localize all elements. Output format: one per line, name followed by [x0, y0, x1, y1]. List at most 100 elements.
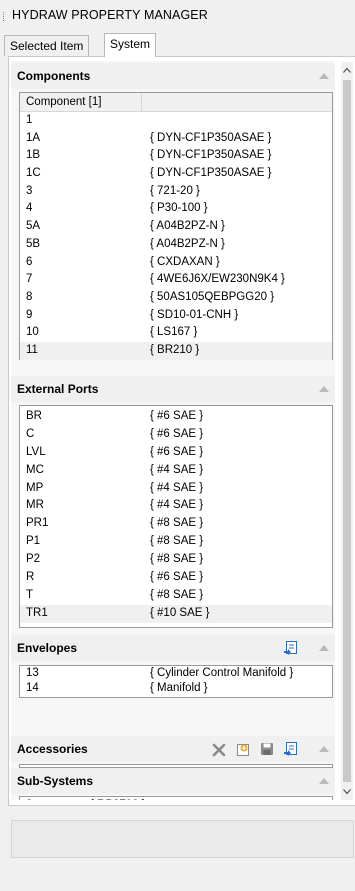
- list-item[interactable]: 3 { 721-20 }: [20, 183, 332, 201]
- list-item[interactable]: R { #6 SAE }: [20, 569, 332, 587]
- list-item[interactable]: P1 { #8 SAE }: [20, 533, 332, 551]
- item-id: 4: [26, 202, 33, 215]
- item-value: { 721-20 }: [150, 184, 200, 197]
- tab-strip: Selected Item System: [0, 33, 355, 57]
- column-header-component[interactable]: Component [1]: [20, 93, 142, 111]
- list-item[interactable]: 13 { Cylinder Control Manifold }: [20, 666, 332, 681]
- list-item[interactable]: 1: [20, 112, 332, 130]
- item-id: 1C: [26, 167, 41, 180]
- list-item[interactable]: P2 { #8 SAE }: [20, 551, 332, 569]
- item-id: P2: [26, 553, 41, 566]
- save-icon[interactable]: [259, 741, 275, 757]
- item-id: 5B: [26, 237, 41, 250]
- accessories-section: Accessories: [11, 736, 335, 768]
- list-item[interactable]: 14 { Manifold }: [20, 681, 332, 696]
- envelopes-header[interactable]: Envelopes: [11, 635, 335, 661]
- list-item[interactable]: LVL { #6 SAE }: [20, 444, 332, 462]
- item-id: 10: [26, 326, 39, 339]
- item-value: { DYN-CF1P350ASAE }: [150, 149, 272, 162]
- list-item[interactable]: 1B { DYN-CF1P350ASAE }: [20, 147, 332, 165]
- item-id: 7: [26, 273, 33, 286]
- vertical-scrollbar[interactable]: [341, 62, 353, 800]
- list-item[interactable]: 5B { A04B2PZ-N }: [20, 236, 332, 254]
- collapse-arrow-icon[interactable]: [319, 645, 329, 651]
- item-value: { A04B2PZ-N }: [150, 220, 225, 233]
- list-item[interactable]: MR { #4 SAE }: [20, 497, 332, 515]
- list-item[interactable]: MC { #4 SAE }: [20, 462, 332, 480]
- item-id: R: [26, 571, 35, 584]
- components-header[interactable]: Components: [11, 63, 335, 89]
- item-value: { P30-100 }: [150, 202, 208, 215]
- item-value: { DYN-CF1P350ASAE }: [150, 167, 272, 180]
- edit-list-icon[interactable]: [283, 640, 299, 656]
- list-item[interactable]: 4 { P30-100 }: [20, 200, 332, 218]
- item-id: TR1: [26, 606, 48, 619]
- item-value: { CXDAXAN }: [150, 255, 220, 268]
- item-id: 1B: [26, 149, 41, 162]
- item-value: { #8 SAE }: [150, 588, 204, 601]
- item-value: { #6 SAE }: [150, 427, 204, 440]
- item-id: MR: [26, 499, 44, 512]
- envelopes-list[interactable]: 13 { Cylinder Control Manifold } 14 { Manif…: [19, 665, 333, 698]
- tab-selected-item[interactable]: Selected Item: [4, 35, 90, 56]
- item-value: { A04B2PZ-N }: [150, 237, 225, 250]
- list-item[interactable]: PR1 { #8 SAE }: [20, 515, 332, 533]
- list-item[interactable]: T { #8 SAE }: [20, 587, 332, 605]
- list-item[interactable]: C { #6 SAE }: [20, 426, 332, 444]
- item-value: { 50AS105QEBPGG20 }: [150, 290, 275, 303]
- item-value: { #4 SAE }: [150, 463, 204, 476]
- collapse-arrow-icon[interactable]: [319, 73, 329, 79]
- item-id: 9: [26, 308, 33, 321]
- collapse-arrow-icon[interactable]: [319, 778, 329, 784]
- list-item[interactable]: BR { #6 SAE }: [20, 408, 332, 426]
- scroll-down-icon[interactable]: [343, 789, 351, 795]
- list-item[interactable]: 10 { LS167 }: [20, 324, 332, 342]
- scrollbar-thumb[interactable]: [343, 80, 351, 782]
- sub-systems-list[interactable]: 2{ RP2700 }: [19, 796, 333, 800]
- external-ports-list[interactable]: BR { #6 SAE } C { #6 SAE } LVL { #6 SAE } MC { …: [19, 405, 333, 628]
- list-item[interactable]: 5A { A04B2PZ-N }: [20, 218, 332, 236]
- item-id: 1A: [26, 131, 41, 144]
- item-value: { #10 SAE }: [150, 606, 210, 619]
- components-section: Components Component [1] 1 1A { DYN-CF1P35…: [11, 63, 335, 363]
- accessories-header[interactable]: Accessories: [11, 736, 335, 762]
- list-item[interactable]: 11 { BR210 }: [20, 341, 332, 360]
- list-item[interactable]: 9 { SD10-01-CNH }: [20, 307, 332, 325]
- item-value: { SD10-01-CNH }: [150, 308, 239, 321]
- item-id: 6: [26, 255, 33, 268]
- envelopes-title: Envelopes: [17, 641, 78, 655]
- sub-systems-header[interactable]: Sub-Systems: [11, 768, 335, 794]
- collapse-arrow-icon[interactable]: [319, 746, 329, 752]
- item-id: PR1: [26, 517, 49, 530]
- list-item[interactable]: 8 { 50AS105QEBPGG20 }: [20, 289, 332, 307]
- edit-list-icon[interactable]: [283, 741, 299, 757]
- item-id: 14: [26, 682, 39, 694]
- item-value: { RP2700 }: [90, 798, 146, 800]
- item-id: 1: [26, 114, 33, 126]
- item-id: MC: [26, 463, 44, 476]
- list-item[interactable]: 2{ RP2700 }: [20, 798, 332, 800]
- item-id: LVL: [26, 445, 46, 458]
- list-item[interactable]: 1C { DYN-CF1P350ASAE }: [20, 165, 332, 183]
- scroll-up-icon[interactable]: [343, 67, 351, 73]
- list-item[interactable]: 6 { CXDAXAN }: [20, 254, 332, 272]
- external-ports-header[interactable]: External Ports: [11, 376, 335, 402]
- item-id: C: [26, 427, 35, 440]
- delete-icon[interactable]: [211, 742, 227, 758]
- tab-system[interactable]: System: [104, 33, 157, 57]
- status-bar: [11, 820, 354, 858]
- list-item[interactable]: MP { #4 SAE }: [20, 480, 332, 498]
- collapse-arrow-icon[interactable]: [319, 386, 329, 392]
- components-list[interactable]: Component [1] 1 1A { DYN-CF1P350ASAE } 1B { …: [19, 92, 333, 360]
- item-id: 8: [26, 290, 33, 303]
- item-id: 13: [26, 667, 39, 679]
- item-value: { DYN-CF1P350ASAE }: [150, 131, 272, 144]
- item-value: { 4WE6J6X/EW230N9K4 }: [150, 273, 285, 286]
- add-icon[interactable]: [235, 741, 251, 757]
- drag-grip[interactable]: [3, 12, 7, 21]
- list-item[interactable]: TR1 { #10 SAE }: [20, 604, 332, 623]
- title-bar: HYDRAW PROPERTY MANAGER: [0, 0, 355, 30]
- list-item[interactable]: 1A { DYN-CF1P350ASAE }: [20, 130, 332, 148]
- item-id: BR: [26, 410, 42, 422]
- list-item[interactable]: 7 { 4WE6J6X/EW230N9K4 }: [20, 271, 332, 289]
